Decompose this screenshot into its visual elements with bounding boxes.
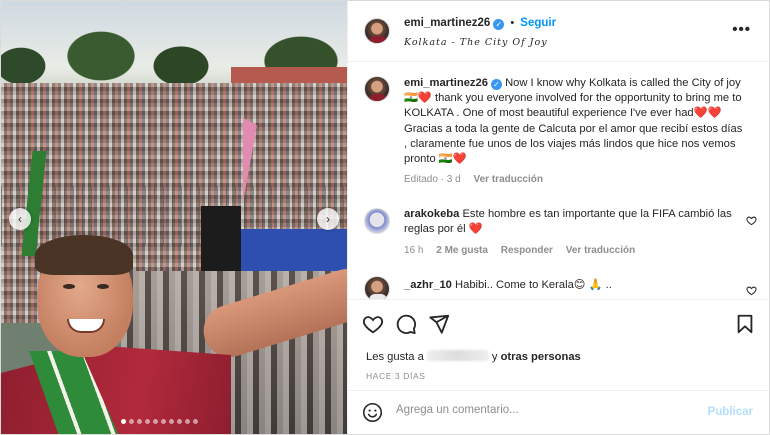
- comment-age: 16 h: [404, 245, 424, 256]
- photo-hair: [35, 235, 133, 275]
- comment-reply[interactable]: Responder: [501, 245, 553, 256]
- comment-bubble-icon[interactable]: [395, 313, 417, 335]
- photo-pink-flag: [243, 117, 257, 206]
- publish-button[interactable]: Publicar: [708, 406, 753, 418]
- more-horizontal-icon[interactable]: •••: [732, 21, 751, 38]
- post-photo[interactable]: ‹ ›: [1, 1, 347, 434]
- comment-avatar[interactable]: [364, 276, 390, 299]
- comment-likes[interactable]: 2 Me gusta: [436, 245, 488, 256]
- action-bar: [348, 299, 769, 349]
- caption-see-translation[interactable]: Ver traducción: [474, 174, 543, 185]
- post-panel: emi_martinez26 ✓ • Seguir Kolkata - The C…: [347, 1, 769, 434]
- share-paper-plane-icon[interactable]: [428, 313, 450, 335]
- author-avatar[interactable]: [364, 18, 390, 44]
- comment-input[interactable]: [396, 404, 696, 416]
- carousel-dot: [129, 419, 134, 424]
- comment-1-meta: 16 h 2 Me gusta Responder Ver traducción: [404, 245, 645, 256]
- likes-connector: y: [491, 351, 498, 363]
- post-timestamp[interactable]: HACE 3 DÍAS: [366, 371, 426, 381]
- likes-others-link[interactable]: otras personas: [501, 351, 581, 363]
- comments-section: emi_martinez26 ✓ Now I know why Kolkata i…: [348, 63, 769, 299]
- comment-text: Habibi.. Come to Kerala😊 🙏 ..: [455, 279, 612, 291]
- comment-like-icon[interactable]: [746, 215, 757, 226]
- caption-edited: Editado · 3 d: [404, 174, 461, 185]
- carousel-dot: [161, 419, 166, 424]
- comment-avatar[interactable]: [364, 208, 390, 234]
- comment-like-icon[interactable]: [746, 285, 757, 296]
- comment-2: _azhr_10 Habibi.. Come to Kerala😊 🙏 ..: [404, 278, 734, 293]
- header-separator: •: [510, 17, 515, 29]
- carousel-dot: [153, 419, 158, 424]
- carousel-dot: [185, 419, 190, 424]
- verified-icon: ✓: [493, 19, 505, 30]
- emoji-icon[interactable]: [362, 402, 383, 423]
- photo-eye: [97, 284, 109, 289]
- caption-meta: Editado · 3 d Ver traducción: [404, 174, 553, 185]
- caption: emi_martinez26 ✓ Now I know why Kolkata i…: [404, 76, 744, 167]
- carousel-dot: [137, 419, 142, 424]
- caption-username[interactable]: emi_martinez26: [404, 77, 488, 89]
- carousel-dot: [193, 419, 198, 424]
- comment-see-translation[interactable]: Ver traducción: [566, 245, 635, 256]
- likes-summary: Les gusta a y otras personas: [366, 350, 581, 363]
- liked-by-user[interactable]: [426, 350, 489, 361]
- carousel-dot: [177, 419, 182, 424]
- save-bookmark-icon[interactable]: [734, 313, 756, 335]
- comment-username[interactable]: _azhr_10: [404, 279, 452, 291]
- comment-username[interactable]: arakokeba: [404, 208, 459, 220]
- instagram-post: ‹ › emi_martinez26 ✓ • Seguir Kolkata - T…: [0, 0, 770, 435]
- verified-icon: ✓: [490, 79, 502, 90]
- likes-prefix: Les gusta a: [366, 351, 424, 363]
- post-location[interactable]: Kolkata - The City Of Joy: [404, 37, 548, 48]
- like-heart-icon[interactable]: [362, 313, 384, 335]
- author-username[interactable]: emi_martinez26: [404, 17, 490, 29]
- carousel-dot: [145, 419, 150, 424]
- carousel-dot: [169, 419, 174, 424]
- carousel-prev-button[interactable]: ‹: [9, 208, 31, 230]
- photo-eye: [63, 284, 75, 289]
- carousel-dot: [121, 419, 126, 424]
- carousel-next-button[interactable]: ›: [317, 208, 339, 230]
- carousel-indicator: [121, 419, 198, 424]
- comment-1: arakokeba Este hombre es tan importante …: [404, 207, 734, 237]
- caption-body: Now I know why Kolkata is called the Cit…: [404, 77, 743, 166]
- add-comment-bar: Publicar: [348, 390, 769, 434]
- header-user-row: emi_martinez26 ✓ • Seguir: [404, 17, 556, 30]
- post-header: emi_martinez26 ✓ • Seguir Kolkata - The C…: [348, 1, 769, 62]
- follow-button[interactable]: Seguir: [520, 17, 556, 29]
- caption-avatar[interactable]: [364, 76, 390, 102]
